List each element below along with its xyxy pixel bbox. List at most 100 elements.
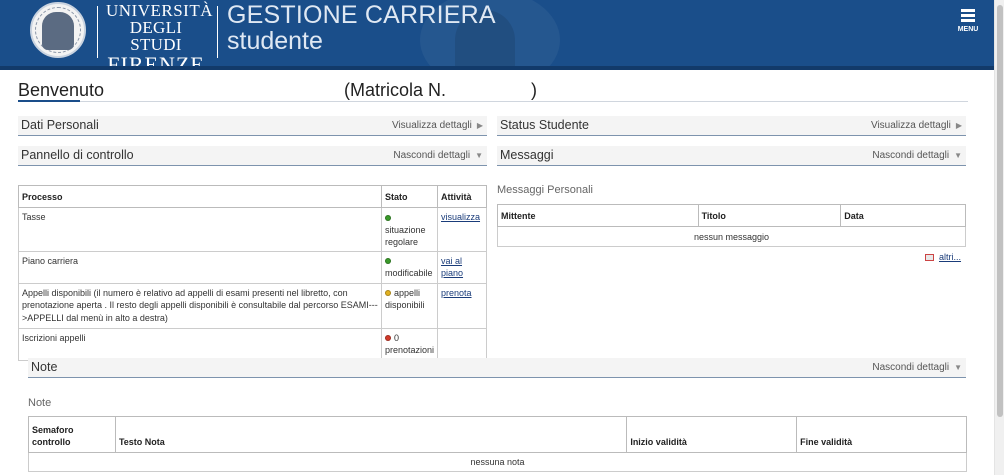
col-data: Data xyxy=(840,204,966,227)
messages-table: Mittente Titolo Data nessun messaggio xyxy=(497,204,966,247)
stato-text: modificabile xyxy=(384,268,433,278)
col-fine-validita: Fine validità xyxy=(796,416,967,453)
welcome-title: Benvenuto xyxy=(18,80,105,100)
status-red-icon xyxy=(384,335,391,342)
caret-right-icon: ▶ xyxy=(955,121,962,130)
university-line2: DEGLI STUDI xyxy=(129,18,183,54)
section-title: Messaggi xyxy=(500,148,554,162)
welcome-underline xyxy=(18,100,80,102)
col-titolo: Titolo xyxy=(697,204,842,227)
menu-label: MENU xyxy=(957,26,979,33)
processo-cell: Piano carriera xyxy=(18,250,382,284)
caret-right-icon: ▶ xyxy=(476,121,483,130)
visualizza-link[interactable]: visualizza xyxy=(441,212,480,222)
toggle-details-label: Visualizza dettagli xyxy=(391,120,472,131)
stato-text: 0 prenotazioni xyxy=(384,332,435,356)
col-inizio-validita: Inizio validità xyxy=(626,416,798,453)
email-icon xyxy=(925,254,934,262)
notes-table: Semaforo controllo Testo Nota Inizio vali… xyxy=(28,416,967,472)
menu-button[interactable]: MENU xyxy=(955,8,981,36)
col-attivita: Attività xyxy=(437,185,487,208)
attivita-cell: vai al piano xyxy=(437,250,487,284)
table-header-row: Semaforo controllo Testo Nota Inizio vali… xyxy=(28,416,967,453)
col-testo-nota: Testo Nota xyxy=(114,416,628,453)
toggle-details-button[interactable]: Visualizza dettagli ▶ xyxy=(871,120,962,131)
section-messaggi: Messaggi Nascondi dettagli ▼ xyxy=(497,146,966,166)
university-name-logo[interactable]: UNIVERSITÀ DEGLI STUDI FIRENZE xyxy=(106,1,213,70)
stato-cell: situazione regolare xyxy=(380,207,439,252)
stato-text: situazione regolare xyxy=(384,224,426,248)
semaforo-line2: controllo xyxy=(32,437,71,447)
processo-cell: Appelli disponibili (il numero è relativ… xyxy=(18,282,382,329)
empty-notes: nessuna nota xyxy=(28,452,967,472)
section-dati-personali: Dati Personali Visualizza dettagli ▶ xyxy=(18,116,487,136)
col-processo: Processo xyxy=(18,185,382,208)
seal-figure xyxy=(42,12,74,50)
logo-divider xyxy=(97,6,98,58)
prenota-link[interactable]: prenota xyxy=(441,288,472,298)
stato-cell: 0 prenotazioni xyxy=(380,327,439,361)
semaforo-line1: Semaforo xyxy=(32,425,74,435)
processo-cell: Tasse xyxy=(18,207,382,252)
university-line1: UNIVERSITÀ xyxy=(106,1,213,20)
table-row: Piano carriera modificabile vai al piano xyxy=(18,250,487,284)
section-status-studente: Status Studente Visualizza dettagli ▶ xyxy=(497,116,966,136)
attivita-cell xyxy=(437,327,487,361)
section-title: Dati Personali xyxy=(21,118,99,132)
app-title-line1: GESTIONE CARRIERA xyxy=(227,1,496,29)
table-row: nessuna nota xyxy=(28,452,967,472)
toggle-details-button[interactable]: Nascondi dettagli ▼ xyxy=(872,362,962,373)
toggle-details-label: Nascondi dettagli xyxy=(872,362,950,373)
app-title: GESTIONE CARRIERA studente xyxy=(227,2,496,54)
section-note: Note Nascondi dettagli ▼ xyxy=(28,358,966,378)
toggle-details-label: Visualizza dettagli xyxy=(870,120,951,131)
table-row: Appelli disponibili (il numero è relativ… xyxy=(18,282,487,329)
table-row: nessun messaggio xyxy=(497,226,966,247)
note-heading: Note xyxy=(28,397,52,409)
header-bottom-stripe xyxy=(0,66,994,70)
stato-cell: modificabile xyxy=(380,250,439,284)
altri-link[interactable]: altri... xyxy=(925,252,961,262)
section-title: Status Studente xyxy=(500,118,589,132)
toggle-details-button[interactable]: Visualizza dettagli ▶ xyxy=(392,120,483,131)
section-title: Note xyxy=(31,360,58,374)
processo-cell: Iscrizioni appelli xyxy=(18,327,382,361)
hamburger-icon-bar3 xyxy=(961,19,975,22)
attivita-cell: visualizza xyxy=(437,207,487,252)
university-seal-logo[interactable] xyxy=(30,2,86,58)
col-semaforo: Semaforo controllo xyxy=(28,416,116,453)
messaggi-personali-heading: Messaggi Personali xyxy=(497,184,593,196)
caret-down-icon: ▼ xyxy=(954,363,962,372)
table-row: Iscrizioni appelli 0 prenotazioni xyxy=(18,327,487,361)
hamburger-icon-bar2 xyxy=(961,14,975,17)
table-row: Tasse situazione regolare visualizza xyxy=(18,207,487,252)
matricola-number: (Matricola N. ) xyxy=(344,80,538,100)
section-title: Pannello di controllo xyxy=(21,148,134,162)
caret-down-icon: ▼ xyxy=(954,151,962,160)
status-green-icon xyxy=(384,258,391,265)
status-yellow-icon xyxy=(384,290,391,297)
toggle-details-button[interactable]: Nascondi dettagli ▼ xyxy=(872,150,962,161)
caret-down-icon: ▼ xyxy=(475,151,483,160)
process-table: Processo Stato Attività Tasse situazione… xyxy=(18,185,487,361)
col-stato: Stato xyxy=(380,185,439,208)
altri-label: altri... xyxy=(939,252,962,262)
table-header-row: Processo Stato Attività xyxy=(18,185,487,208)
table-header-row: Mittente Titolo Data xyxy=(497,204,966,227)
scrollbar-thumb[interactable] xyxy=(997,5,1003,417)
vai-al-piano-link[interactable]: vai al piano xyxy=(441,256,463,279)
empty-messages: nessun messaggio xyxy=(497,226,966,247)
stato-text: appelli disponibili xyxy=(384,287,425,311)
welcome-divider xyxy=(18,101,968,102)
col-mittente: Mittente xyxy=(497,204,699,227)
toggle-details-label: Nascondi dettagli xyxy=(872,150,950,161)
stato-cell: appelli disponibili xyxy=(380,282,439,329)
status-green-icon xyxy=(384,214,391,221)
app-title-divider xyxy=(217,6,218,58)
attivita-cell: prenota xyxy=(437,282,487,329)
toggle-details-label: Nascondi dettagli xyxy=(393,150,471,161)
toggle-details-button[interactable]: Nascondi dettagli ▼ xyxy=(393,150,483,161)
hamburger-icon xyxy=(961,9,975,12)
page-scrollbar[interactable] xyxy=(994,0,1004,475)
app-header: UNIVERSITÀ DEGLI STUDI FIRENZE GESTIONE … xyxy=(0,0,994,70)
